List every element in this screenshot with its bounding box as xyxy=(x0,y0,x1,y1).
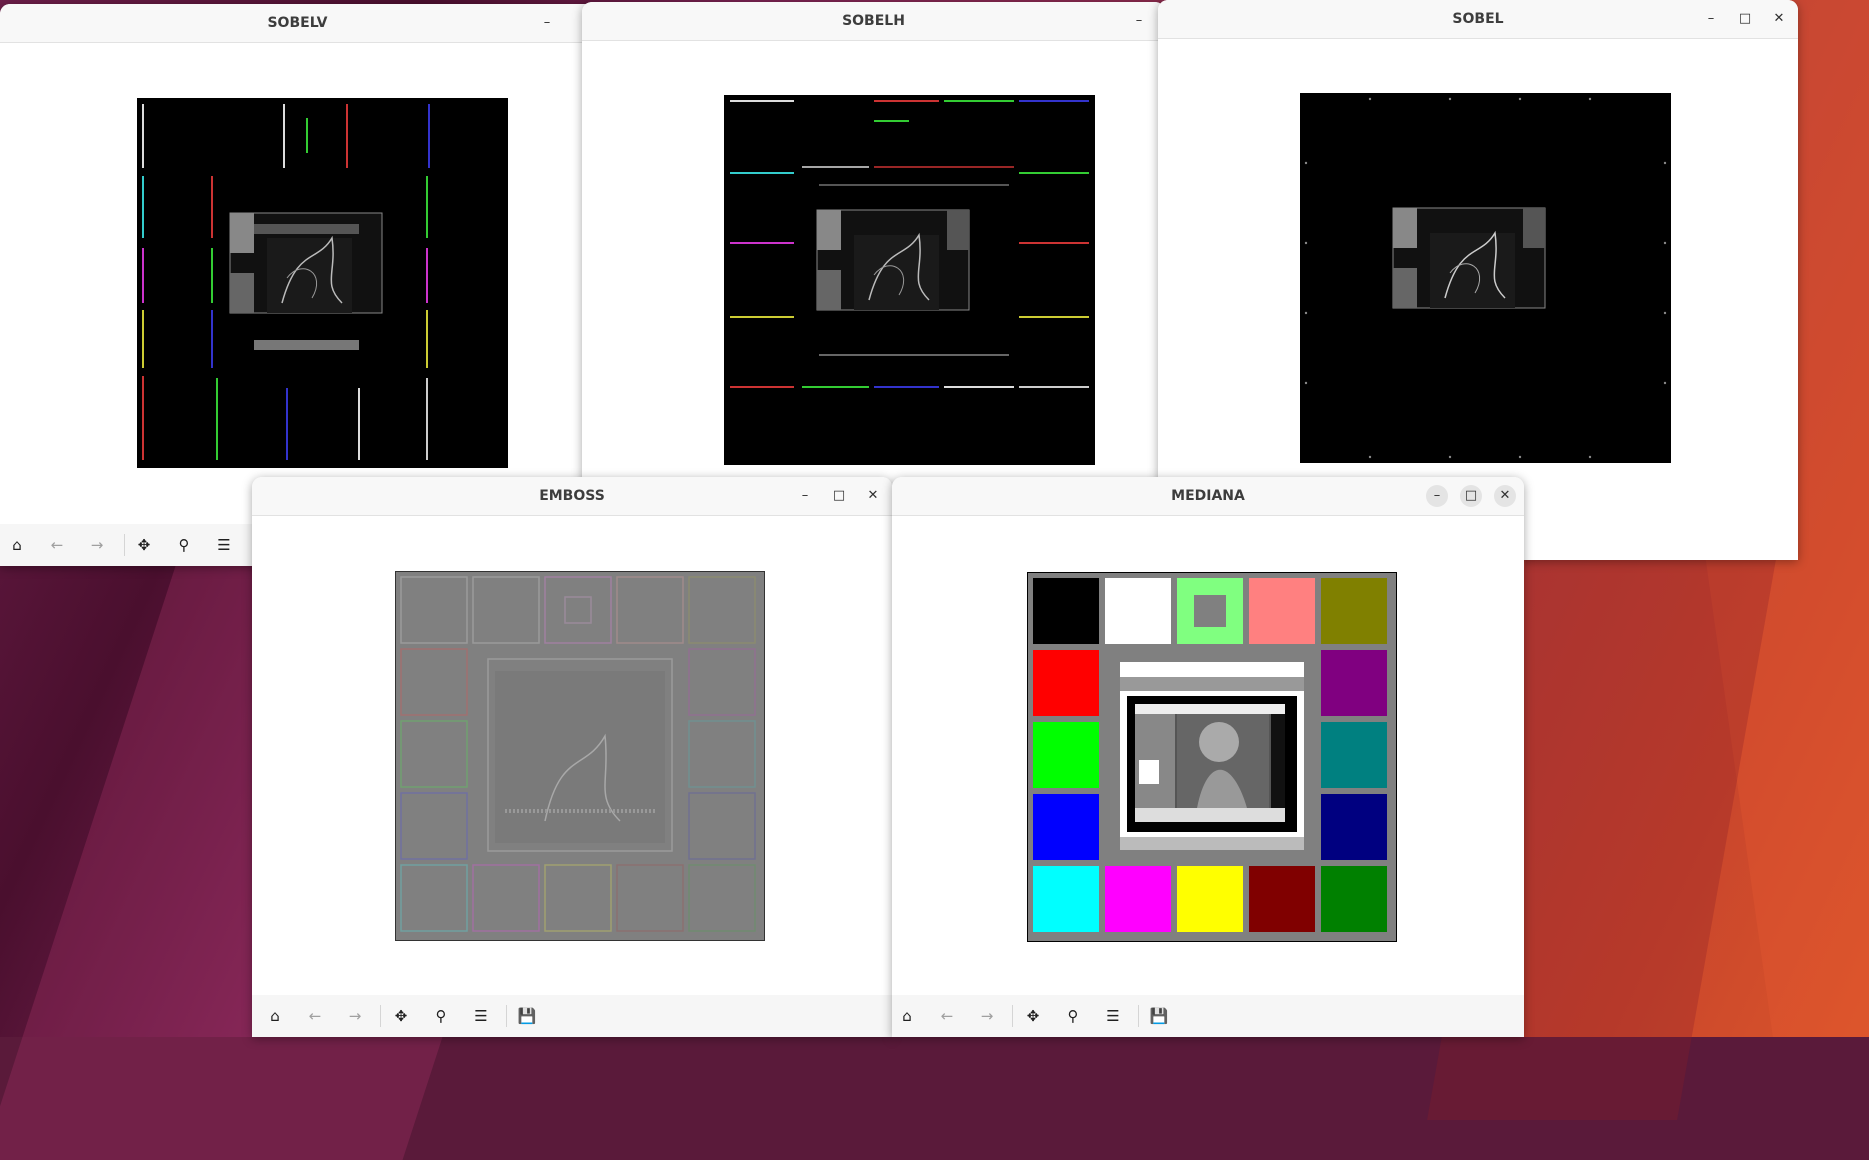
home-icon[interactable]: ⌂ xyxy=(4,532,30,558)
image-canvas[interactable] xyxy=(1300,93,1671,463)
color-swatch xyxy=(1249,866,1315,932)
sobelv-image xyxy=(137,98,508,468)
image-canvas[interactable] xyxy=(137,98,508,468)
zoom-icon[interactable]: ⚲ xyxy=(1060,1003,1086,1029)
sobelh-image xyxy=(724,95,1095,465)
toolbar-separator xyxy=(1138,1005,1139,1027)
toolbar-separator xyxy=(1012,1005,1013,1027)
home-icon[interactable]: ⌂ xyxy=(262,1003,288,1029)
minimize-button[interactable]: – xyxy=(1700,8,1722,30)
image-canvas[interactable] xyxy=(394,570,766,942)
save-icon[interactable]: 💾 xyxy=(1146,1003,1172,1029)
pan-move-icon[interactable]: ✥ xyxy=(1020,1003,1046,1029)
window-title: SOBELH xyxy=(842,13,905,29)
image-canvas[interactable] xyxy=(724,95,1095,465)
matplotlib-toolbar: ⌂ ← → ✥ ⚲ ☰ 💾 xyxy=(892,995,1524,1037)
configure-subplots-icon[interactable]: ☰ xyxy=(211,532,237,558)
close-button[interactable]: ✕ xyxy=(1768,8,1790,30)
color-swatch xyxy=(1033,722,1099,788)
window-title: SOBELV xyxy=(267,15,328,31)
color-swatch xyxy=(1177,866,1243,932)
save-icon[interactable]: 💾 xyxy=(514,1003,540,1029)
back-arrow-icon[interactable]: ← xyxy=(44,532,70,558)
toolbar-separator xyxy=(506,1005,507,1027)
configure-subplots-icon[interactable]: ☰ xyxy=(1100,1003,1126,1029)
maximize-button[interactable]: □ xyxy=(1460,485,1482,507)
color-swatch xyxy=(1321,578,1387,644)
minimize-button[interactable]: – xyxy=(1128,10,1150,32)
toolbar-separator xyxy=(380,1005,381,1027)
maximize-button[interactable]: □ xyxy=(1734,8,1756,30)
back-arrow-icon[interactable]: ← xyxy=(302,1003,328,1029)
color-swatch xyxy=(1321,650,1387,716)
color-swatch xyxy=(1321,794,1387,860)
matplotlib-toolbar: ⌂ ← → ✥ ⚲ ☰ 💾 xyxy=(252,995,892,1037)
toolbar-separator xyxy=(124,534,125,556)
color-swatch xyxy=(1249,578,1315,644)
color-swatch xyxy=(1033,578,1099,644)
minimize-button[interactable]: – xyxy=(794,485,816,507)
maximize-button[interactable]: □ xyxy=(828,485,850,507)
pan-move-icon[interactable]: ✥ xyxy=(388,1003,414,1029)
home-icon[interactable]: ⌂ xyxy=(894,1003,920,1029)
color-swatch xyxy=(1033,794,1099,860)
close-button[interactable]: ✕ xyxy=(862,485,884,507)
window-emboss[interactable]: EMBOSS – □ ✕ ⌂ ← → ✥ ⚲ ☰ 💾 xyxy=(252,477,892,1037)
forward-arrow-icon[interactable]: → xyxy=(84,532,110,558)
image-canvas[interactable] xyxy=(1026,571,1398,943)
mediana-image xyxy=(1026,571,1398,943)
inner-swatch xyxy=(1194,595,1226,627)
minimize-button[interactable]: – xyxy=(536,12,558,34)
color-swatch xyxy=(1033,866,1099,932)
close-button[interactable]: ✕ xyxy=(1494,485,1516,507)
window-sobel[interactable]: SOBEL – □ ✕ xyxy=(1158,0,1798,560)
minimize-button[interactable]: – xyxy=(1426,485,1448,507)
zoom-icon[interactable]: ⚲ xyxy=(428,1003,454,1029)
configure-subplots-icon[interactable]: ☰ xyxy=(468,1003,494,1029)
color-swatch xyxy=(1105,866,1171,932)
emboss-image xyxy=(394,570,766,942)
forward-arrow-icon[interactable]: → xyxy=(974,1003,1000,1029)
back-arrow-icon[interactable]: ← xyxy=(934,1003,960,1029)
zoom-icon[interactable]: ⚲ xyxy=(171,532,197,558)
forward-arrow-icon[interactable]: → xyxy=(342,1003,368,1029)
color-swatch xyxy=(1321,866,1387,932)
pan-move-icon[interactable]: ✥ xyxy=(131,532,157,558)
color-swatch xyxy=(1105,578,1171,644)
sobel-image xyxy=(1300,93,1671,463)
color-swatch xyxy=(1033,650,1099,716)
window-mediana[interactable]: MEDIANA – □ ✕ ⌂ ← → ✥ ⚲ ☰ 💾 xyxy=(892,477,1524,1037)
color-swatch xyxy=(1321,722,1387,788)
